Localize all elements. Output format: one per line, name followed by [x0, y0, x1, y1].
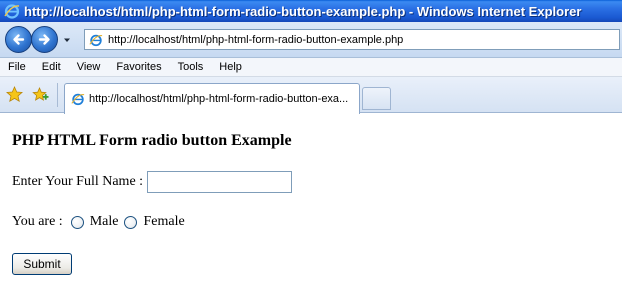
gender-row: You are : Male Female: [12, 214, 185, 230]
new-tab-button[interactable]: [362, 87, 391, 110]
menu-file[interactable]: File: [0, 61, 34, 73]
menu-help[interactable]: Help: [211, 61, 250, 73]
menu-view[interactable]: View: [69, 61, 109, 73]
page-content: PHP HTML Form radio button Example Enter…: [0, 114, 622, 288]
back-arrow-icon: [13, 34, 25, 45]
full-name-input[interactable]: [147, 171, 293, 193]
address-bar[interactable]: http://localhost/html/php-html-form-radi…: [84, 29, 620, 50]
address-url: http://localhost/html/php-html-form-radi…: [108, 33, 404, 46]
internet-explorer-icon: [4, 4, 20, 19]
window-title: http://localhost/html/php-html-form-radi…: [24, 3, 582, 19]
male-radio-label[interactable]: Male: [90, 214, 119, 230]
window-title-bar[interactable]: http://localhost/html/php-html-form-radi…: [0, 0, 622, 22]
tab-bar: http://localhost/html/php-html-form-radi…: [0, 77, 622, 114]
forward-button[interactable]: [31, 26, 58, 53]
menu-edit[interactable]: Edit: [34, 61, 69, 73]
forward-arrow-icon: [38, 34, 50, 45]
page-icon: [71, 93, 85, 106]
male-radio[interactable]: [70, 215, 84, 229]
name-label: Enter Your Full Name :: [12, 174, 144, 189]
tab-separator: [57, 83, 58, 107]
gender-label: You are :: [12, 214, 63, 229]
back-button[interactable]: [5, 26, 32, 53]
menu-tools[interactable]: Tools: [170, 61, 212, 73]
navigation-bar: http://localhost/html/php-html-form-radi…: [0, 22, 622, 58]
submit-button[interactable]: Submit: [12, 253, 72, 275]
favorites-star-icon[interactable]: [6, 86, 23, 103]
page-heading: PHP HTML Form radio button Example: [12, 132, 292, 149]
add-to-favorites-icon[interactable]: [32, 86, 49, 103]
menu-favorites[interactable]: Favorites: [108, 61, 169, 73]
tab-current-page[interactable]: http://localhost/html/php-html-form-radi…: [64, 83, 360, 114]
female-radio[interactable]: [124, 215, 138, 229]
name-row: Enter Your Full Name :: [12, 171, 293, 193]
page-icon: [89, 34, 103, 46]
tab-label: http://localhost/html/php-html-form-radi…: [89, 93, 349, 105]
female-radio-label[interactable]: Female: [143, 214, 184, 230]
menu-bar: File Edit View Favorites Tools Help: [0, 58, 622, 77]
recent-pages-dropdown-icon[interactable]: [62, 35, 72, 45]
